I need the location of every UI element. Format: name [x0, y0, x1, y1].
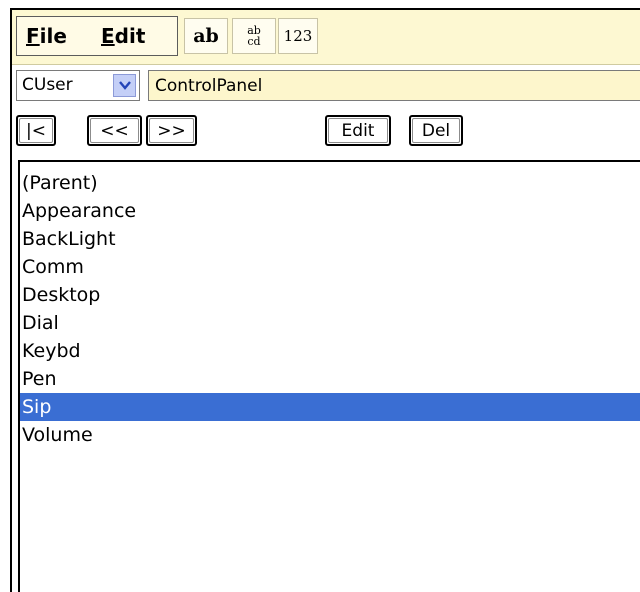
menu-group: File Edit	[16, 16, 178, 56]
first-button-label: |<	[26, 120, 46, 141]
address-row: CUser	[12, 66, 640, 104]
navigation-buttons: |< << >> Edit Del	[12, 108, 640, 152]
numeric-view-label: 123	[283, 27, 313, 45]
registry-editor-window: File Edit ab ab cd 123 CUser |<	[10, 8, 640, 592]
next-button-label: >>	[157, 120, 186, 141]
first-button[interactable]: |<	[16, 115, 56, 146]
edit-menu[interactable]: Edit	[101, 24, 145, 48]
key-path-field[interactable]	[148, 70, 640, 101]
string-view-label: ab	[193, 25, 219, 47]
file-menu[interactable]: File	[26, 24, 67, 48]
delete-button[interactable]: Del	[409, 115, 463, 146]
delete-button-label: Del	[421, 120, 451, 141]
list-item[interactable]: BackLight	[20, 225, 640, 253]
root-key-select[interactable]: CUser	[16, 70, 140, 101]
list-item[interactable]: Keybd	[20, 337, 640, 365]
list-item[interactable]: Pen	[20, 365, 640, 393]
key-list-items: (Parent) Appearance BackLight Comm Desktop Di…	[20, 169, 640, 449]
multi-string-bottom: cd	[247, 35, 261, 48]
list-item[interactable]: Volume	[20, 421, 640, 449]
edit-button[interactable]: Edit	[325, 115, 391, 146]
previous-button[interactable]: <<	[87, 115, 142, 146]
list-item[interactable]: Comm	[20, 253, 640, 281]
edit-button-label: Edit	[341, 120, 375, 141]
numeric-view-button[interactable]: 123	[278, 18, 318, 54]
root-key-value: CUser	[22, 75, 73, 95]
string-view-button[interactable]: ab	[184, 18, 228, 54]
list-item[interactable]: Sip	[20, 393, 640, 421]
multi-string-icon: ab cd	[247, 25, 261, 47]
list-item[interactable]: Appearance	[20, 197, 640, 225]
menu-toolbar: File Edit ab ab cd 123	[12, 10, 640, 65]
key-list[interactable]: (Parent) Appearance BackLight Comm Desktop Di…	[18, 160, 640, 592]
list-item[interactable]: (Parent)	[20, 169, 640, 197]
multi-string-view-button[interactable]: ab cd	[232, 18, 276, 54]
list-item[interactable]: Desktop	[20, 281, 640, 309]
chevron-down-icon[interactable]	[113, 74, 136, 97]
next-button[interactable]: >>	[146, 115, 197, 146]
key-path-input[interactable]	[149, 71, 640, 100]
list-item[interactable]: Dial	[20, 309, 640, 337]
previous-button-label: <<	[100, 120, 129, 141]
